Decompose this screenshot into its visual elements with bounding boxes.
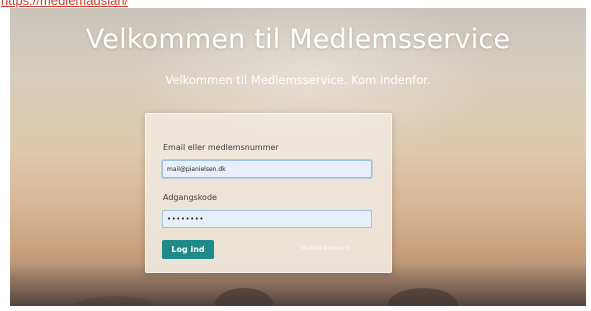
page-title: Velkommen til Medlemsservice (85, 24, 511, 55)
login-card: Email eller medlemsnummer Adgangskode Lo… (145, 113, 392, 273)
password-field[interactable] (162, 210, 372, 228)
login-button[interactable]: Log ind (162, 240, 214, 259)
url-bar: https://medlemadsian/ (0, 0, 591, 8)
email-label: Email eller medlemsnummer (163, 143, 279, 152)
url-link[interactable]: https://medlemadsian/ (1, 0, 128, 8)
password-label: Adgangskode (163, 193, 217, 202)
forgot-password-link[interactable]: Nulstil kodeord (301, 244, 350, 252)
email-field[interactable] (162, 160, 372, 178)
hero-banner: Velkommen til Medlemsservice Velkommen t… (10, 8, 586, 306)
page-subtitle: Velkommen til Medlemsservice. Kom indenf… (165, 73, 431, 87)
